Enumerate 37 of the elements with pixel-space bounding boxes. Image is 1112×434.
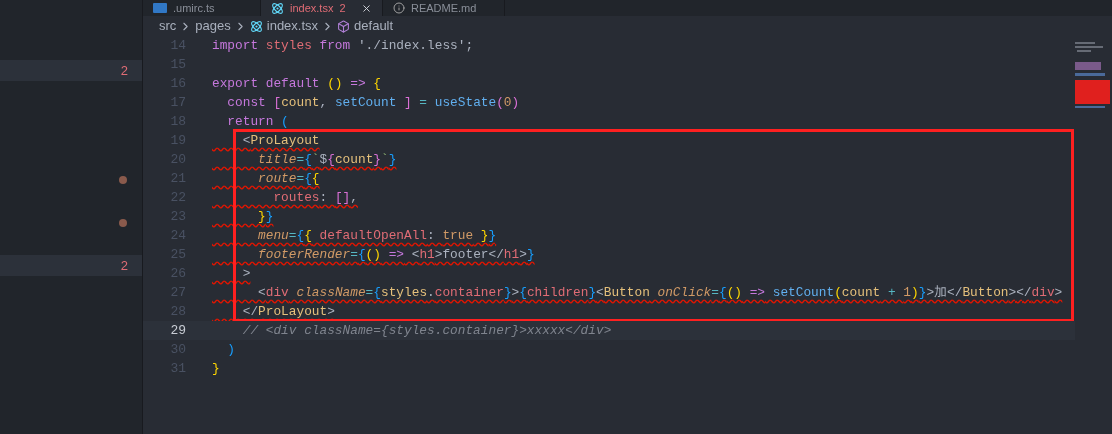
breadcrumb-item[interactable]: index.tsx	[249, 16, 319, 36]
breadcrumb-item[interactable]: default	[337, 16, 394, 36]
atom-icon	[249, 19, 263, 33]
code-line: footerRender={() => <h1>footer</h1>}	[257, 246, 535, 264]
line-number: 29	[169, 321, 186, 340]
code-line: const [count, setCount ] = useState(0)	[226, 94, 520, 112]
code-line: route={{	[257, 170, 320, 188]
code-line: </ProLayout>	[241, 303, 335, 321]
code-line: >	[241, 265, 251, 283]
code-line: )	[226, 341, 236, 359]
code-line: }	[212, 360, 220, 378]
breadcrumb-item[interactable]: pages	[195, 16, 231, 36]
code-line: // <div className={styles.container}>xxxxx</div>	[241, 322, 612, 340]
code-line: title={`${count}`}	[257, 151, 397, 169]
tab-label: .umirc.ts	[173, 2, 215, 14]
code-line: import styles from './index.less';	[212, 37, 474, 55]
minimap-drawing	[1075, 42, 1110, 108]
code-line: }}	[257, 208, 274, 226]
info-icon	[393, 2, 405, 14]
code-line: return (	[226, 113, 289, 131]
code-line: export default () => {	[212, 75, 381, 93]
code-line: <div className={styles.container}>{children}<Button onClick={() => setCount(count + 1)}>加</Button></div>	[257, 284, 1063, 302]
code-line: routes: [],	[272, 189, 358, 207]
problem-count: 2	[120, 61, 128, 80]
cube-icon	[337, 19, 351, 33]
code-line: menu={{ defaultOpenAll: true }}	[257, 227, 497, 245]
tab-label: README.md	[411, 2, 477, 14]
problem-count: 2	[120, 256, 128, 275]
editor-tab[interactable]: index.tsx 2	[261, 0, 383, 16]
close-icon[interactable]	[361, 2, 372, 14]
problem-count: 2	[339, 2, 346, 14]
sidebar-item[interactable]: 2	[0, 60, 142, 81]
sidebar-item[interactable]: 2	[0, 255, 142, 276]
code-line: <ProLayout	[241, 132, 320, 150]
tab-label: index.tsx	[290, 2, 334, 14]
atom-icon	[271, 1, 284, 15]
breadcrumb-item[interactable]: src	[159, 16, 177, 36]
